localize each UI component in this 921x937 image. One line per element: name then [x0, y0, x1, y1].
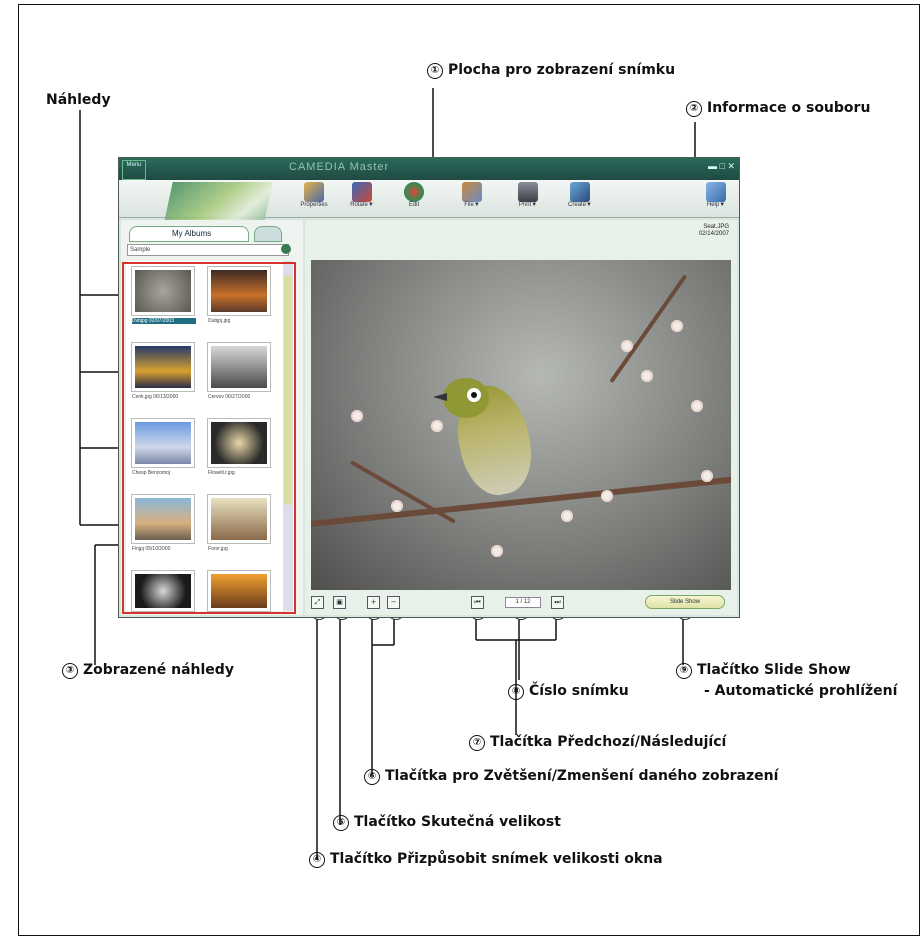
- actual-size-icon[interactable]: ▣: [333, 596, 346, 609]
- title-bar[interactable]: Menu CAMEDIA Master ▬ □ ✕: [119, 158, 739, 180]
- create-icon: [570, 182, 590, 202]
- viewer-toolbar: ⤢ ▣ + − ⏮ 1 / 12 ⏭ Slide Show: [305, 592, 737, 610]
- window-controls[interactable]: ▬ □ ✕: [708, 161, 735, 172]
- toolbar: Properties Rotate▼ Edit File▼ Print▼ Cre…: [119, 180, 739, 236]
- blossom: [701, 470, 713, 482]
- slideshow-button[interactable]: Slide Show: [645, 595, 725, 609]
- blossom: [431, 420, 443, 432]
- callout-file-info: ② Informace o souboru: [686, 100, 870, 117]
- callout-actual-size: ⑤ Tlačítko Skutečná velikost: [333, 814, 561, 831]
- bird-head: [443, 378, 489, 418]
- window-title: CAMEDIA Master: [289, 161, 390, 173]
- create-button[interactable]: Create▼: [559, 180, 601, 208]
- file-info: Seat.JPG 02/14/2007: [698, 224, 729, 237]
- blossom: [351, 410, 363, 422]
- callout-image-number: ⑧ Číslo snímku: [508, 683, 629, 700]
- menu-button[interactable]: Menu: [122, 160, 146, 180]
- blossom: [621, 340, 633, 352]
- callout-thumbnails: Náhledy: [46, 92, 111, 108]
- edit-icon: [404, 182, 424, 202]
- edit-button[interactable]: Edit: [393, 180, 435, 208]
- blossom: [391, 500, 403, 512]
- bird-beak: [433, 393, 447, 401]
- album-select[interactable]: Sample: [127, 244, 289, 256]
- image-display-area[interactable]: [311, 260, 731, 590]
- callout-displayed-thumbnails: ③ Zobrazené náhledy: [62, 662, 234, 679]
- rotate-icon: [352, 182, 372, 202]
- file-button[interactable]: File▼: [451, 180, 493, 208]
- properties-icon: [304, 182, 324, 202]
- properties-button[interactable]: Properties: [293, 180, 335, 208]
- next-button[interactable]: ⏭: [551, 596, 564, 609]
- image-number: 1 / 12: [505, 597, 541, 608]
- blossom: [601, 490, 613, 502]
- bird-eye: [467, 388, 481, 402]
- callout-zoom: ⑥ Tlačítka pro Zvětšení/Zmenšení daného z…: [364, 768, 778, 785]
- rotate-button[interactable]: Rotate▼: [341, 180, 383, 208]
- callout-image-area: ① Plocha pro zobrazení snímku: [427, 62, 675, 79]
- file-icon: [462, 182, 482, 202]
- tab-my-albums[interactable]: My Albums: [129, 226, 249, 242]
- album-go-button[interactable]: [281, 244, 291, 254]
- tab-second[interactable]: [254, 226, 282, 242]
- thumbnail-highlight-box: [122, 262, 296, 614]
- print-button[interactable]: Print▼: [507, 180, 549, 208]
- zoom-out-icon[interactable]: −: [387, 596, 400, 609]
- callout-prev-next: ⑦ Tlačítka Předchozí/Následující: [469, 734, 726, 751]
- blossom: [671, 320, 683, 332]
- blossom: [491, 545, 503, 557]
- previous-button[interactable]: ⏮: [471, 596, 484, 609]
- help-icon: [706, 182, 726, 202]
- blossom: [641, 370, 653, 382]
- blossom: [561, 510, 573, 522]
- callout-slideshow: ⑨ Tlačítko Slide Show: [676, 662, 851, 679]
- zoom-in-icon[interactable]: +: [367, 596, 380, 609]
- viewer-panel: Seat.JPG 02/14/2007 ⤢ ▣ + − ⏮ 1 / 12 ⏭ S…: [305, 220, 737, 615]
- blossom: [691, 400, 703, 412]
- help-button[interactable]: Help▼: [695, 180, 737, 208]
- callout-slideshow-desc: - Automatické prohlížení: [704, 683, 898, 699]
- callout-fit-window: ④ Tlačítko Přizpůsobit snímek velikosti o…: [309, 851, 663, 868]
- print-icon: [518, 182, 538, 202]
- fit-window-icon[interactable]: ⤢: [311, 596, 324, 609]
